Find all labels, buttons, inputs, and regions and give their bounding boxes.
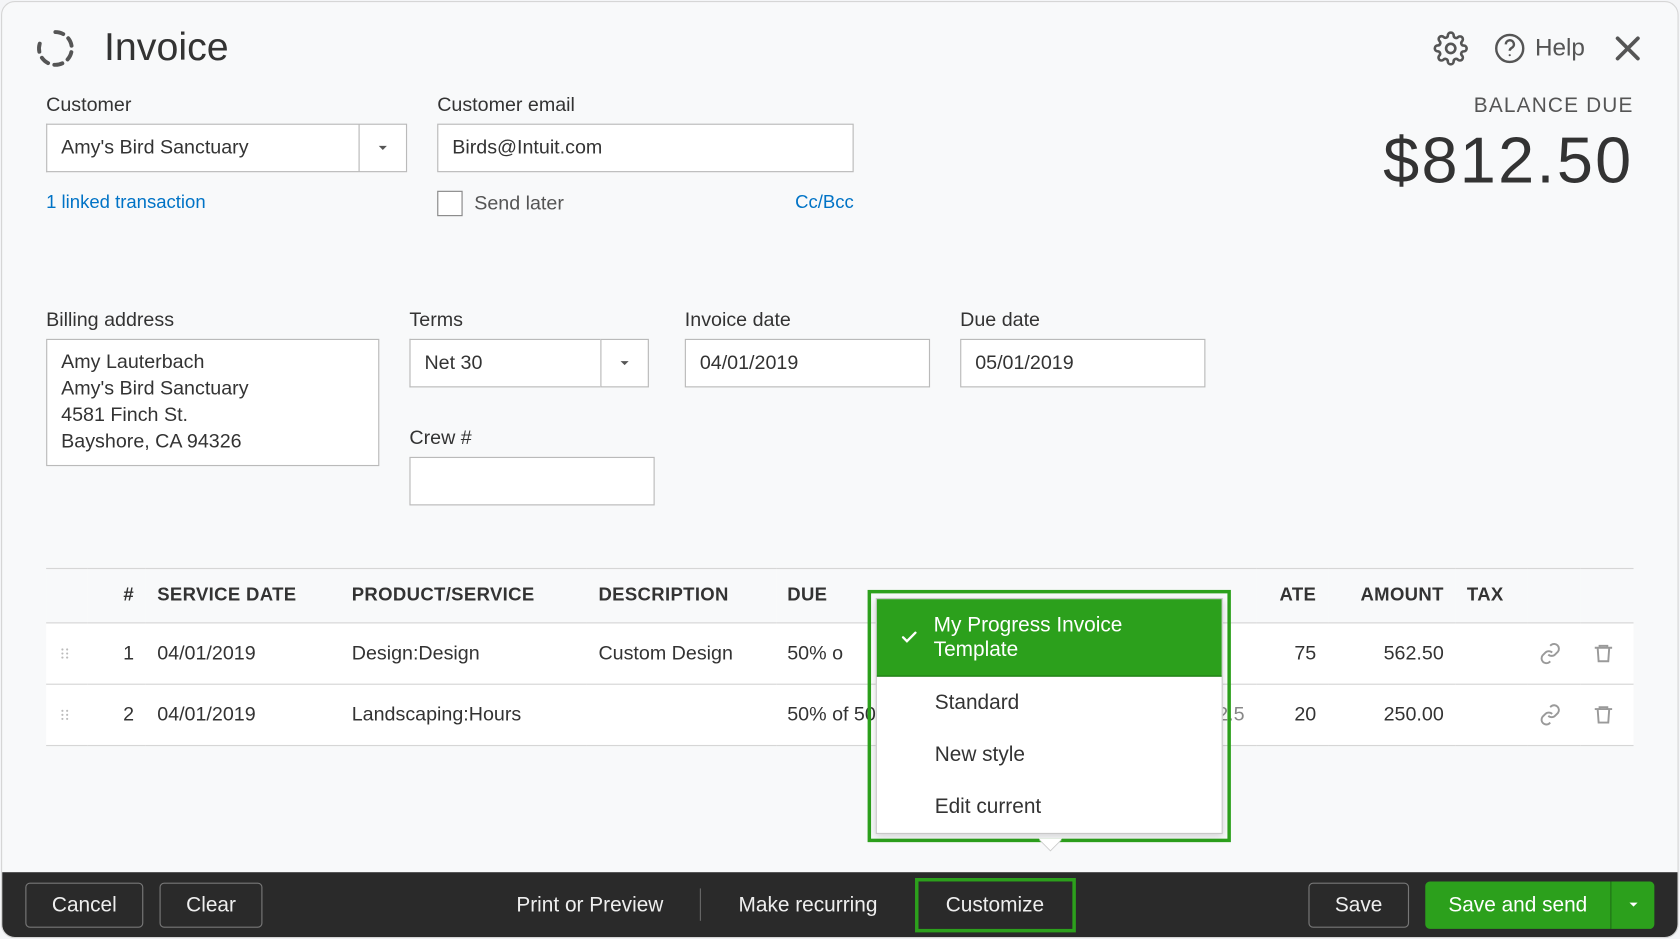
- th-product: PRODUCT/SERVICE: [340, 569, 587, 623]
- billing-address-textarea[interactable]: Amy Lauterbach Amy's Bird Sanctuary 4581…: [46, 339, 379, 466]
- check-icon: [900, 628, 920, 647]
- terms-input[interactable]: [409, 339, 600, 388]
- save-button[interactable]: Save: [1308, 882, 1409, 927]
- trash-icon[interactable]: [1580, 684, 1633, 745]
- link-icon[interactable]: [1527, 623, 1580, 684]
- crew-label: Crew #: [409, 427, 654, 450]
- invoice-date-input[interactable]: [685, 339, 930, 388]
- invoice-status-icon: [35, 27, 77, 69]
- clear-button[interactable]: Clear: [160, 882, 263, 927]
- trash-icon[interactable]: [1580, 623, 1633, 684]
- line-items-table: # SERVICE DATE PRODUCT/SERVICE DESCRIPTI…: [46, 568, 1633, 746]
- due-date-input[interactable]: [960, 339, 1205, 388]
- cell-product[interactable]: Landscaping:Hours: [340, 684, 587, 745]
- customer-label: Customer: [46, 94, 407, 117]
- terms-label: Terms: [409, 309, 654, 332]
- customer-dropdown-caret[interactable]: [359, 124, 408, 173]
- cell-tax[interactable]: [1455, 684, 1527, 745]
- th-num: #: [88, 569, 146, 623]
- linked-transaction-link[interactable]: 1 linked transaction: [46, 193, 407, 214]
- drag-handle-icon[interactable]: [46, 623, 88, 684]
- cell-rate[interactable]: 20: [1256, 684, 1328, 745]
- cell-amount[interactable]: 250.00: [1328, 684, 1456, 745]
- cell-amount[interactable]: 562.50: [1328, 623, 1456, 684]
- terms-select[interactable]: [409, 339, 654, 388]
- template-option[interactable]: Standard: [877, 677, 1222, 729]
- send-later-checkbox[interactable]: [437, 191, 462, 216]
- page-title: Invoice: [104, 25, 1433, 70]
- close-icon[interactable]: [1610, 31, 1645, 66]
- template-option-label: My Progress Invoice Template: [934, 613, 1199, 662]
- th-description: DESCRIPTION: [587, 569, 776, 623]
- settings-gear-icon[interactable]: [1433, 31, 1468, 66]
- due-date-label: Due date: [960, 309, 1205, 332]
- cell-description[interactable]: Custom Design: [587, 623, 776, 684]
- template-option[interactable]: Edit current: [877, 781, 1222, 833]
- cell-product[interactable]: Design:Design: [340, 623, 587, 684]
- footer-bar: Cancel Clear Print or Preview Make recur…: [2, 872, 1677, 937]
- cell-num: 2: [88, 684, 146, 745]
- cell-num: 1: [88, 623, 146, 684]
- print-preview-button[interactable]: Print or Preview: [496, 892, 685, 916]
- cell-service-date[interactable]: 04/01/2019: [146, 623, 341, 684]
- header-bar: Invoice Help: [2, 2, 1677, 82]
- drag-handle-icon[interactable]: [46, 684, 88, 745]
- template-popup-highlight: My Progress Invoice Template Standard New …: [868, 590, 1231, 842]
- balance-due-value: $812.50: [1383, 122, 1633, 197]
- template-option[interactable]: My Progress Invoice Template: [877, 599, 1222, 677]
- customize-button[interactable]: Customize: [914, 877, 1075, 931]
- save-and-send-dropdown[interactable]: [1610, 881, 1654, 928]
- th-amount: AMOUNT: [1328, 569, 1456, 623]
- billing-address-label: Billing address: [46, 309, 379, 332]
- cell-service-date[interactable]: 04/01/2019: [146, 684, 341, 745]
- customer-input[interactable]: [46, 124, 358, 173]
- cell-rate[interactable]: 75: [1256, 623, 1328, 684]
- email-input[interactable]: [437, 124, 854, 173]
- th-service-date: SERVICE DATE: [146, 569, 341, 623]
- template-option-label: New style: [935, 743, 1025, 767]
- link-icon[interactable]: [1527, 684, 1580, 745]
- table-row[interactable]: 204/01/2019Landscaping:Hours50% of 500.0…: [46, 684, 1633, 745]
- help-button[interactable]: Help: [1493, 32, 1585, 64]
- crew-input[interactable]: [409, 457, 654, 506]
- customer-select[interactable]: [46, 124, 407, 173]
- th-tax: TAX: [1455, 569, 1527, 623]
- help-label: Help: [1535, 34, 1585, 62]
- invoice-date-label: Invoice date: [685, 309, 930, 332]
- popup-tail: [1039, 839, 1062, 851]
- template-popup: My Progress Invoice Template Standard New …: [876, 598, 1223, 834]
- cancel-button[interactable]: Cancel: [25, 882, 143, 927]
- cc-bcc-link[interactable]: Cc/Bcc: [795, 193, 854, 214]
- template-option-label: Standard: [935, 691, 1020, 715]
- th-rate: ATE: [1256, 569, 1328, 623]
- make-recurring-button[interactable]: Make recurring: [718, 892, 899, 916]
- cell-tax[interactable]: [1455, 623, 1527, 684]
- email-label: Customer email: [437, 94, 854, 117]
- cell-description[interactable]: [587, 684, 776, 745]
- template-option-label: Edit current: [935, 795, 1041, 819]
- template-option[interactable]: New style: [877, 729, 1222, 781]
- save-and-send-button[interactable]: Save and send: [1425, 881, 1610, 928]
- send-later-label[interactable]: Send later: [474, 192, 783, 215]
- table-row[interactable]: 104/01/2019Design:DesignCustom Design50%…: [46, 623, 1633, 684]
- terms-dropdown-caret[interactable]: [600, 339, 649, 388]
- balance-due-label: BALANCE DUE: [1383, 94, 1633, 118]
